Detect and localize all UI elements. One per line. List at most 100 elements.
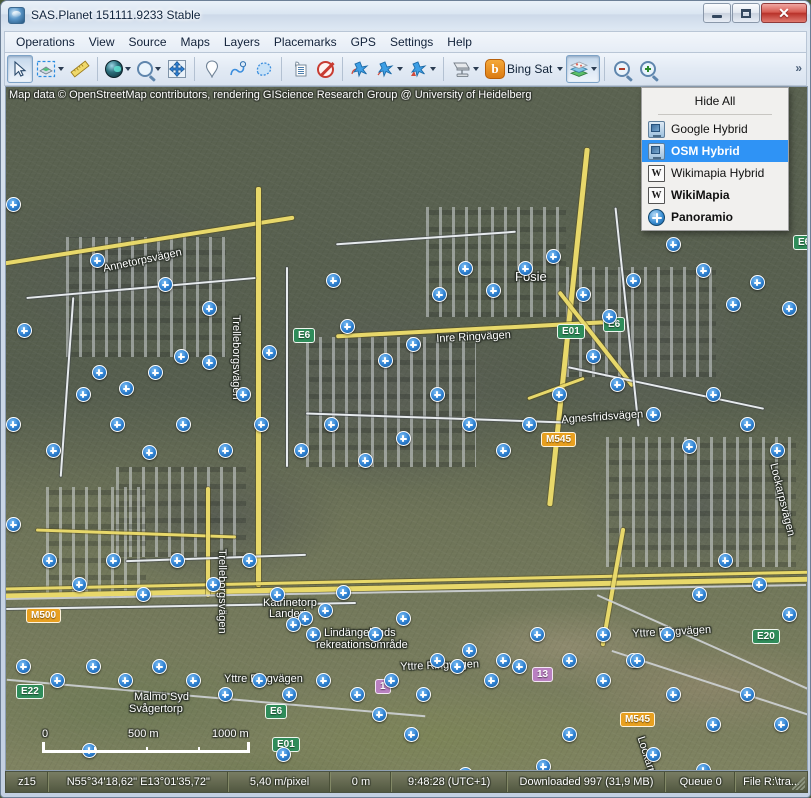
chevron-down-icon[interactable] <box>430 67 436 71</box>
poi-marker[interactable] <box>6 517 21 532</box>
poi-marker[interactable] <box>136 587 151 602</box>
poi-marker[interactable] <box>706 387 721 402</box>
poi-marker[interactable] <box>726 297 741 312</box>
add-path-button[interactable] <box>225 55 251 83</box>
zoom-out-button[interactable] <box>609 55 635 83</box>
gps-track-button[interactable] <box>373 55 406 83</box>
poi-marker[interactable] <box>92 365 107 380</box>
add-placemark-button[interactable] <box>199 55 225 83</box>
poi-marker[interactable] <box>372 707 387 722</box>
poi-marker[interactable] <box>326 273 341 288</box>
poi-marker[interactable] <box>282 687 297 702</box>
poi-marker[interactable] <box>752 577 767 592</box>
menu-item-wikimapia-hybrid[interactable]: W Wikimapia Hybrid <box>642 162 788 184</box>
poi-marker[interactable] <box>404 727 419 742</box>
poi-marker[interactable] <box>696 263 711 278</box>
poi-marker[interactable] <box>218 443 233 458</box>
poi-marker[interactable] <box>562 653 577 668</box>
fit-screen-button[interactable] <box>164 55 190 83</box>
poi-marker[interactable] <box>462 417 477 432</box>
poi-marker[interactable] <box>396 431 411 446</box>
poi-marker[interactable] <box>416 687 431 702</box>
menu-view[interactable]: View <box>82 33 122 51</box>
hide-placemarks-button[interactable] <box>312 55 338 83</box>
poi-marker[interactable] <box>46 443 61 458</box>
menu-help[interactable]: Help <box>440 33 479 51</box>
cache-server-button[interactable] <box>448 55 482 83</box>
poi-marker[interactable] <box>202 301 217 316</box>
poi-marker[interactable] <box>6 417 21 432</box>
poi-marker[interactable] <box>186 673 201 688</box>
poi-marker[interactable] <box>782 301 797 316</box>
poi-marker[interactable] <box>626 273 641 288</box>
menu-maps[interactable]: Maps <box>174 33 217 51</box>
menu-gps[interactable]: GPS <box>344 33 383 51</box>
menu-placemarks[interactable]: Placemarks <box>267 33 344 51</box>
poi-marker[interactable] <box>512 659 527 674</box>
poi-marker[interactable] <box>340 319 355 334</box>
poi-marker[interactable] <box>602 309 617 324</box>
chevron-down-icon[interactable] <box>125 67 131 71</box>
poi-marker[interactable] <box>358 453 373 468</box>
chevron-down-icon[interactable] <box>58 67 64 71</box>
poi-marker[interactable] <box>692 587 707 602</box>
ruler-tool-button[interactable] <box>67 55 93 83</box>
poi-marker[interactable] <box>552 387 567 402</box>
poi-marker[interactable] <box>782 607 797 622</box>
menu-layers[interactable]: Layers <box>217 33 267 51</box>
toolbar-overflow-button[interactable]: » <box>795 61 802 75</box>
poi-marker[interactable] <box>50 673 65 688</box>
poi-marker[interactable] <box>262 345 277 360</box>
poi-marker[interactable] <box>270 587 285 602</box>
layers-select-button[interactable] <box>566 55 601 83</box>
poi-marker[interactable] <box>174 349 189 364</box>
chevron-down-icon[interactable] <box>591 67 598 71</box>
poi-marker[interactable] <box>462 643 477 658</box>
poi-marker[interactable] <box>576 287 591 302</box>
poi-marker[interactable] <box>276 747 291 762</box>
poi-marker[interactable] <box>6 197 21 212</box>
poi-marker[interactable] <box>378 353 393 368</box>
poi-marker[interactable] <box>484 673 499 688</box>
poi-marker[interactable] <box>236 387 251 402</box>
poi-marker[interactable] <box>562 727 577 742</box>
poi-marker[interactable] <box>119 381 134 396</box>
poi-marker[interactable] <box>696 763 711 770</box>
menu-item-panoramio[interactable]: Panoramio <box>642 206 788 228</box>
poi-marker[interactable] <box>432 287 447 302</box>
gps-marker-button[interactable] <box>406 55 439 83</box>
status-coordinates[interactable]: N55°34'18,62" E13°01'35,72" <box>48 772 229 792</box>
map-globe-button[interactable] <box>102 55 134 83</box>
poi-marker[interactable] <box>148 365 163 380</box>
poi-marker[interactable] <box>706 717 721 732</box>
poi-marker[interactable] <box>152 659 167 674</box>
poi-marker[interactable] <box>16 659 31 674</box>
poi-marker[interactable] <box>610 377 625 392</box>
close-button[interactable]: ✕ <box>761 3 807 23</box>
poi-marker[interactable] <box>496 443 511 458</box>
menu-source[interactable]: Source <box>122 33 174 51</box>
chevron-down-icon[interactable] <box>473 67 479 71</box>
poi-marker[interactable] <box>530 627 545 642</box>
poi-marker[interactable] <box>76 387 91 402</box>
status-zoom[interactable]: z15 <box>6 772 49 792</box>
poi-marker[interactable] <box>42 553 57 568</box>
poi-marker[interactable] <box>17 323 32 338</box>
selection-tool-button[interactable] <box>33 55 67 83</box>
poi-marker[interactable] <box>536 759 551 770</box>
layers-dropdown-menu[interactable]: Hide All Google Hybrid OSM Hybrid W Wiki… <box>641 87 789 231</box>
poi-marker[interactable] <box>770 443 785 458</box>
poi-marker[interactable] <box>596 627 611 642</box>
poi-marker[interactable] <box>546 249 561 264</box>
map-source-bing-button[interactable]: b Bing Sat <box>482 55 566 83</box>
poi-marker[interactable] <box>254 417 269 432</box>
poi-marker[interactable] <box>106 553 121 568</box>
poi-marker[interactable] <box>406 337 421 352</box>
poi-marker[interactable] <box>682 439 697 454</box>
poi-marker[interactable] <box>450 659 465 674</box>
maximize-button[interactable] <box>732 3 760 23</box>
poi-marker[interactable] <box>458 261 473 276</box>
poi-marker[interactable] <box>316 673 331 688</box>
poi-marker[interactable] <box>336 585 351 600</box>
poi-marker[interactable] <box>252 673 267 688</box>
